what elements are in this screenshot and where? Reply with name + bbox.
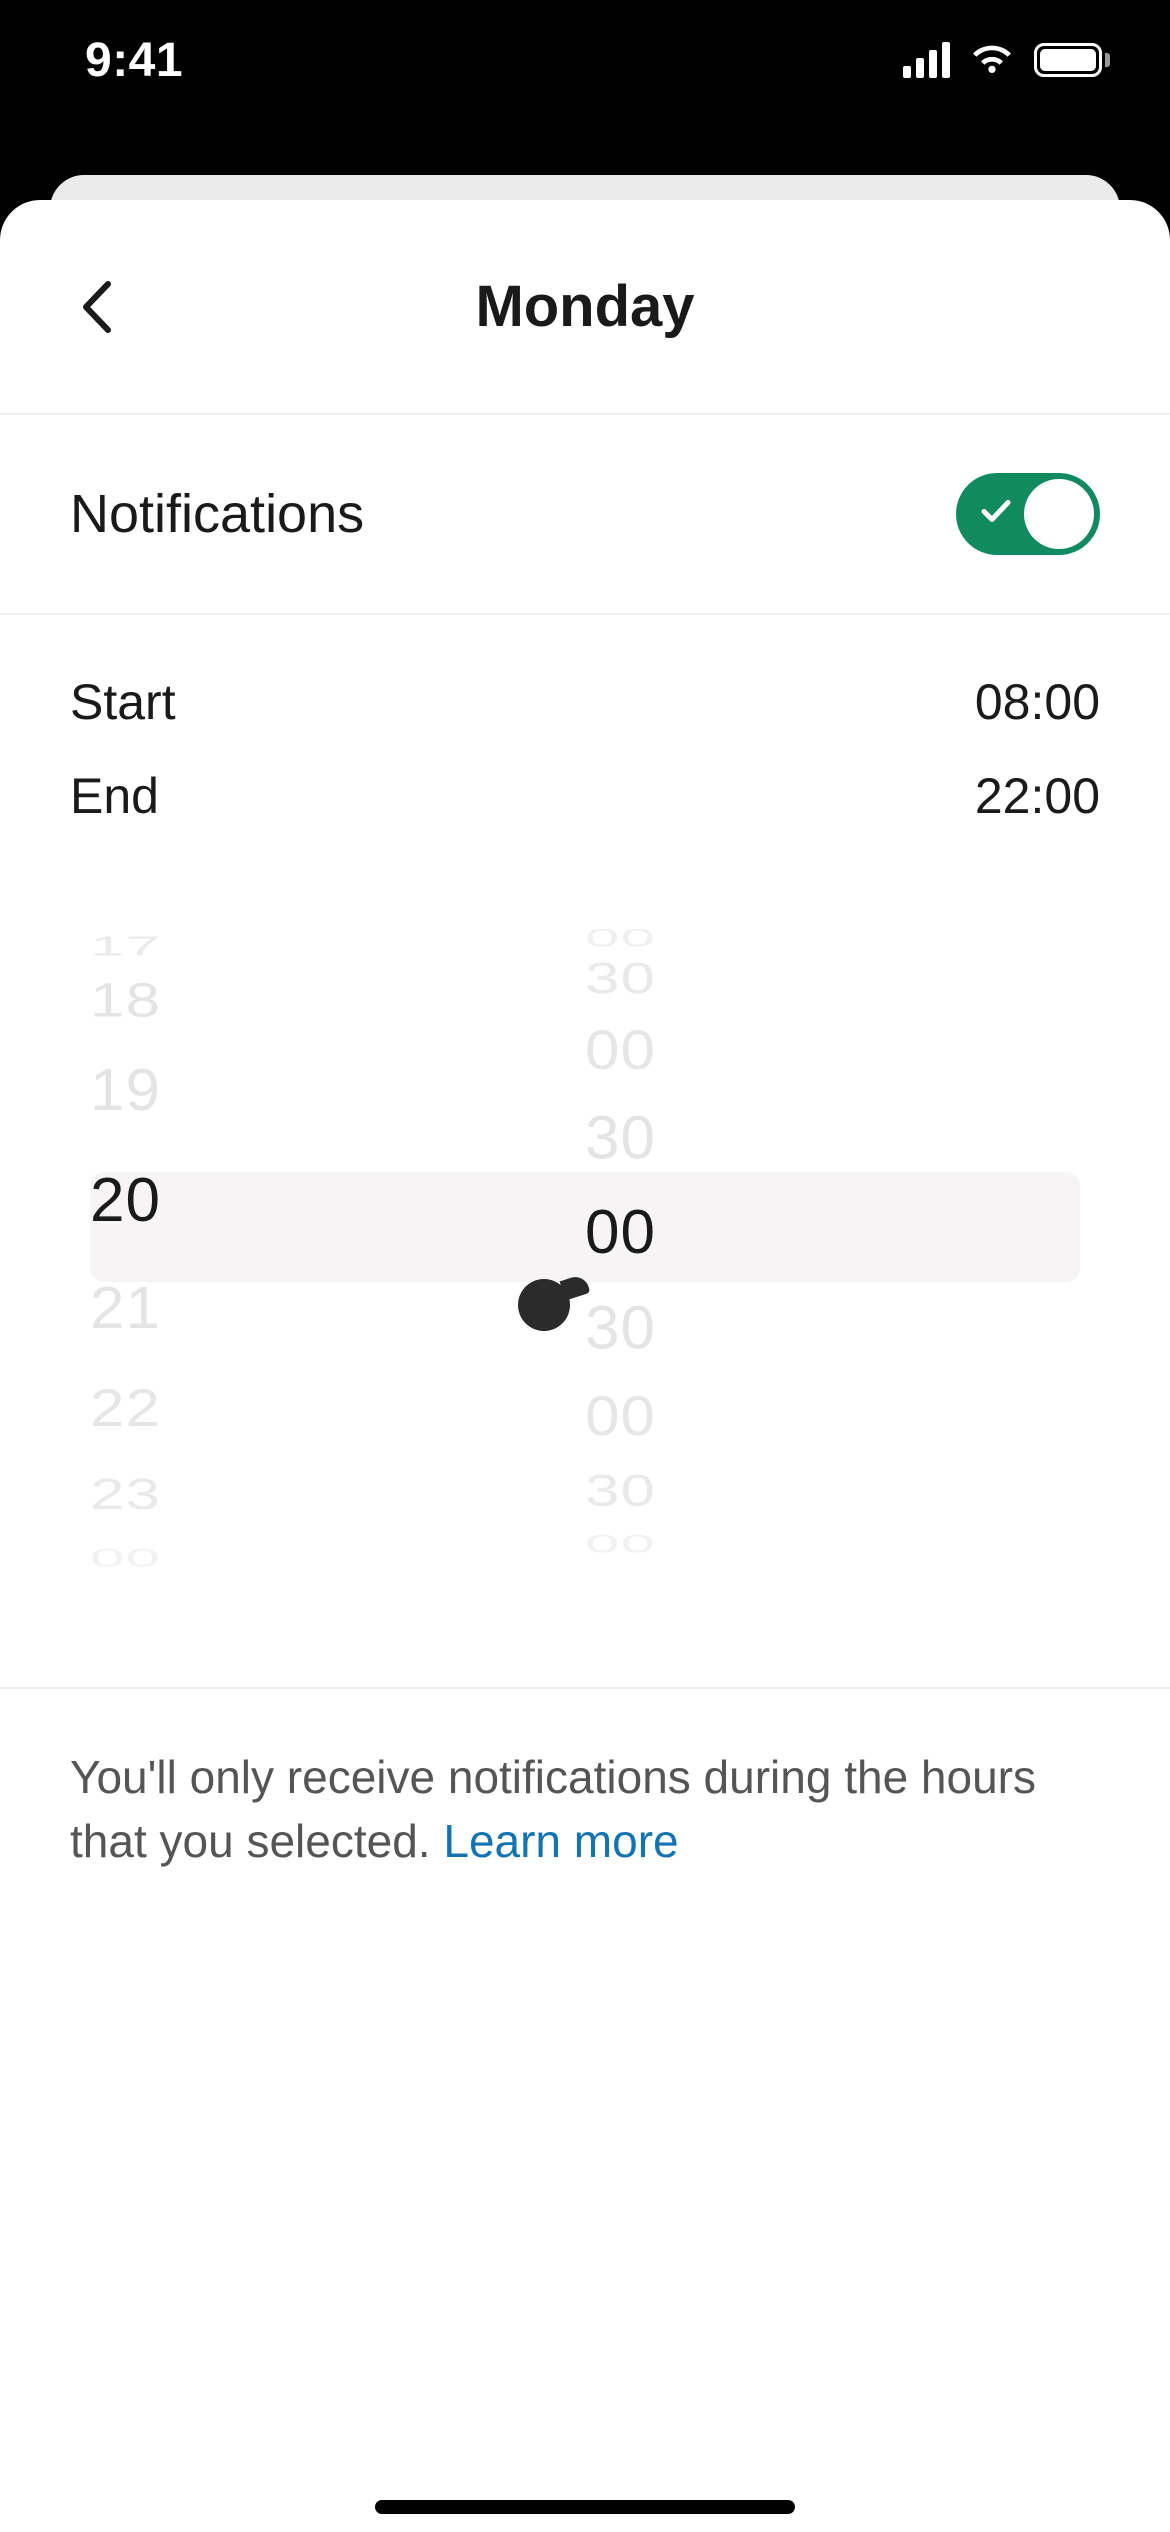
learn-more-link[interactable]: Learn more [443, 1815, 678, 1867]
home-indicator[interactable] [375, 2500, 795, 2514]
check-icon [980, 498, 1012, 531]
header: Monday [0, 200, 1170, 415]
battery-icon [1034, 43, 1110, 77]
hour-option[interactable]: 21 [90, 1275, 585, 1342]
hour-option-selected[interactable]: 20 [90, 1165, 585, 1236]
minute-option-selected[interactable]: 00 [585, 1197, 1080, 1268]
back-button[interactable] [60, 272, 130, 342]
hour-wheel[interactable]: 17 18 19 20 21 22 23 00 [90, 887, 585, 1567]
minute-option[interactable]: 00 [585, 1385, 1080, 1449]
hour-option[interactable]: 19 [90, 1057, 585, 1124]
time-summary: Start 08:00 End 22:00 [0, 615, 1170, 887]
page-title: Monday [0, 273, 1170, 340]
start-row[interactable]: Start 08:00 [70, 655, 1100, 749]
settings-sheet: Monday Notifications Start 08:00 End 22:… [0, 200, 1170, 2532]
minute-option[interactable]: 30 [585, 954, 1080, 1004]
status-time: 9:41 [85, 33, 183, 88]
hour-option[interactable]: 18 [90, 973, 585, 1028]
notifications-label: Notifications [70, 483, 364, 545]
start-value: 08:00 [975, 673, 1100, 731]
minute-option[interactable]: 30 [585, 1465, 1080, 1516]
minute-option[interactable]: 30 [585, 1294, 1080, 1364]
notifications-row: Notifications [0, 415, 1170, 615]
chevron-left-icon [78, 280, 112, 334]
hour-option[interactable]: 22 [90, 1378, 585, 1438]
end-row[interactable]: End 22:00 [70, 749, 1100, 843]
toggle-knob [1024, 479, 1094, 549]
time-picker[interactable]: 17 18 19 20 21 22 23 00 00 30 00 30 00 3… [90, 887, 1080, 1567]
minute-option[interactable]: 00 [585, 924, 1080, 952]
status-indicators [903, 39, 1110, 82]
notifications-toggle[interactable] [956, 473, 1100, 555]
minute-wheel[interactable]: 00 30 00 30 00 30 00 30 00 [585, 887, 1080, 1567]
minute-option[interactable]: 00 [585, 1019, 1080, 1083]
status-bar: 9:41 [0, 0, 1170, 120]
wifi-icon [968, 39, 1016, 82]
minute-option[interactable]: 00 [585, 1530, 1080, 1558]
hour-option[interactable]: 17 [90, 931, 585, 963]
end-value: 22:00 [975, 767, 1100, 825]
hour-option[interactable]: 00 [90, 1544, 585, 1567]
cellular-icon [903, 42, 950, 78]
minute-option[interactable]: 30 [585, 1104, 1080, 1174]
hour-option[interactable]: 23 [90, 1470, 585, 1520]
footer-description: You'll only receive notifications during… [0, 1689, 1170, 1874]
start-label: Start [70, 673, 176, 731]
end-label: End [70, 767, 159, 825]
